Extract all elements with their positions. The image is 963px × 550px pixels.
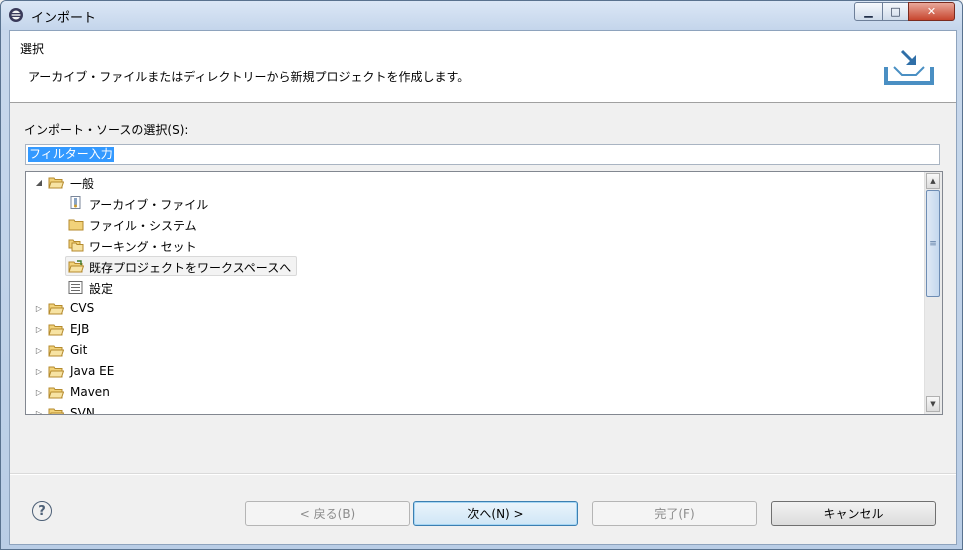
scroll-up-button[interactable]: ▲ bbox=[926, 173, 940, 189]
folder-icon bbox=[48, 345, 64, 357]
filter-input[interactable]: フィルター入力 bbox=[25, 144, 940, 165]
expand-arrow-icon[interactable]: ▷ bbox=[34, 345, 44, 355]
tree-item-java-ee[interactable]: Java EE bbox=[70, 364, 114, 378]
maximize-icon: □ bbox=[890, 5, 901, 18]
import-source-label: インポート・ソースの選択(S): bbox=[24, 123, 189, 137]
minimize-icon: ▁ bbox=[864, 5, 873, 18]
help-icon: ? bbox=[38, 503, 46, 519]
banner-description: アーカイブ・ファイルまたはディレクトリーから新規プロジェクトを作成します。 bbox=[28, 70, 470, 84]
expand-arrow-icon[interactable]: ▷ bbox=[34, 408, 44, 415]
folder-icon bbox=[48, 303, 64, 315]
chevron-down-icon: ▼ bbox=[930, 400, 936, 408]
expand-arrow-icon[interactable]: ▷ bbox=[34, 303, 44, 313]
folder-open-icon bbox=[48, 177, 64, 189]
tree-vertical-scrollbar[interactable]: ▲ ≡ ▼ bbox=[924, 172, 942, 414]
folder-icon bbox=[48, 366, 64, 378]
finish-button[interactable]: 完了(F) bbox=[592, 501, 757, 526]
help-button[interactable]: ? bbox=[32, 501, 52, 521]
tree-item-working-set[interactable]: ワーキング・セット bbox=[89, 238, 197, 255]
tree-item-existing-projects[interactable]: 既存プロジェクトをワークスペースへ bbox=[89, 259, 291, 276]
expand-arrow-icon[interactable]: ▷ bbox=[34, 387, 44, 397]
tree-item-svn[interactable]: SVN bbox=[70, 406, 95, 414]
scroll-down-button[interactable]: ▼ bbox=[926, 396, 940, 412]
tree-item-cvs[interactable]: CVS bbox=[70, 301, 94, 315]
preferences-icon bbox=[68, 281, 83, 294]
tree-item-ejb[interactable]: EJB bbox=[70, 322, 89, 336]
tree-item-file-system[interactable]: ファイル・システム bbox=[89, 217, 197, 234]
folder-icon bbox=[68, 219, 84, 231]
filter-input-text: フィルター入力 bbox=[28, 147, 114, 162]
tree-item-archive-file[interactable]: アーカイブ・ファイル bbox=[89, 196, 208, 213]
close-icon: ✕ bbox=[926, 5, 937, 18]
back-button[interactable]: < 戻る(B) bbox=[245, 501, 410, 526]
close-button[interactable]: ✕ bbox=[908, 2, 955, 21]
grip-icon: ≡ bbox=[929, 238, 937, 249]
working-set-icon bbox=[68, 239, 84, 252]
import-dialog-window: インポート ▁ □ ✕ 選択 アーカイブ・ファイルまたはディレクトリーから新規プ… bbox=[0, 0, 963, 550]
next-button[interactable]: 次へ(N) > bbox=[413, 501, 578, 526]
title-banner: 選択 アーカイブ・ファイルまたはディレクトリーから新規プロジェクトを作成します。 bbox=[10, 31, 956, 103]
minimize-button[interactable]: ▁ bbox=[854, 2, 883, 21]
folder-icon bbox=[48, 387, 64, 399]
collapse-arrow-icon[interactable]: ◢ bbox=[34, 177, 44, 187]
banner-title: 選択 bbox=[20, 42, 45, 56]
expand-arrow-icon[interactable]: ▷ bbox=[34, 324, 44, 334]
dialog-client-area: 選択 アーカイブ・ファイルまたはディレクトリーから新規プロジェクトを作成します。… bbox=[9, 30, 957, 545]
window-title: インポート bbox=[31, 11, 97, 26]
maximize-button[interactable]: □ bbox=[882, 2, 909, 21]
archive-file-icon bbox=[70, 196, 81, 209]
tree-item-preferences[interactable]: 設定 bbox=[89, 280, 113, 297]
import-source-tree[interactable]: ◢ 一般 アーカイブ・ファイル ファイル・システム ワーキング・セット 既存プロ… bbox=[25, 171, 943, 415]
title-bar[interactable]: インポート ▁ □ ✕ bbox=[1, 1, 962, 30]
eclipse-app-icon bbox=[9, 8, 23, 22]
cancel-button[interactable]: キャンセル bbox=[771, 501, 936, 526]
existing-project-icon bbox=[68, 260, 84, 273]
tree-item-maven[interactable]: Maven bbox=[70, 385, 110, 399]
tree-item-general[interactable]: 一般 bbox=[70, 175, 94, 192]
scrollbar-thumb[interactable]: ≡ bbox=[926, 190, 940, 297]
folder-icon bbox=[48, 324, 64, 336]
import-wizard-icon bbox=[884, 49, 934, 85]
expand-arrow-icon[interactable]: ▷ bbox=[34, 366, 44, 376]
button-bar-separator bbox=[10, 473, 956, 475]
tree-item-git[interactable]: Git bbox=[70, 343, 87, 357]
chevron-up-icon: ▲ bbox=[930, 177, 936, 185]
folder-icon bbox=[48, 408, 64, 414]
